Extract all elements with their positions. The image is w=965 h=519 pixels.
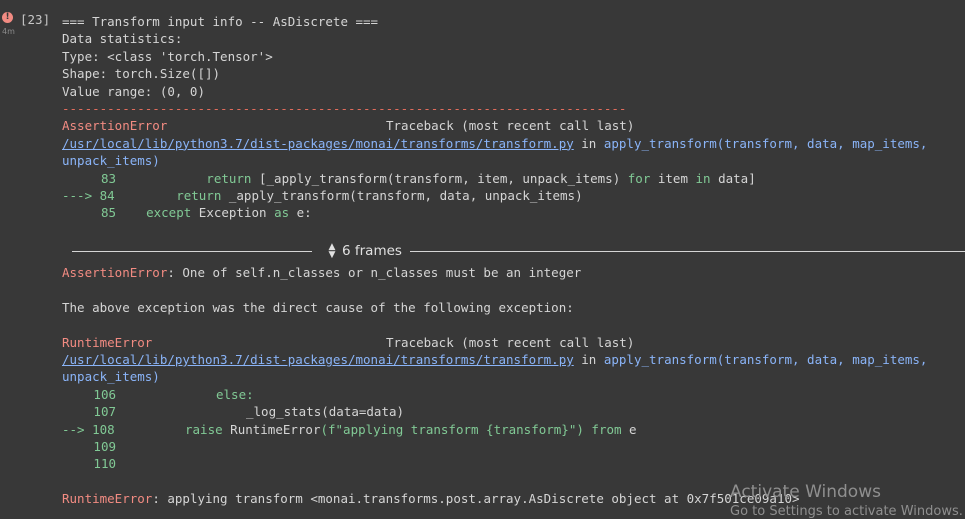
- traceback-location: /usr/local/lib/python3.7/dist-packages/m…: [62, 351, 962, 368]
- cause-text: The above exception was the direct cause…: [62, 299, 574, 315]
- code-text: item: [650, 170, 696, 186]
- code-keyword: raise: [185, 421, 223, 437]
- traceback-header: AssertionError Traceback (most recent cal…: [62, 117, 962, 134]
- execution-time: 4m: [2, 27, 15, 36]
- error-name: RuntimeError: [62, 334, 153, 350]
- cell-output-continued: AssertionError: One of self.n_classes or…: [62, 264, 962, 507]
- function-signature-cont: unpack_items): [62, 153, 160, 169]
- code-keyword: for: [627, 170, 651, 186]
- current-line-arrow: ---> 84: [62, 187, 115, 203]
- show-frames-button[interactable]: ▲ ▼ 6 frames: [326, 242, 402, 260]
- code-line-109: 109: [62, 438, 962, 455]
- traceback-location: /usr/local/lib/python3.7/dist-packages/m…: [62, 135, 962, 152]
- function-signature: apply_transform(transform, data, map_ite…: [603, 351, 928, 367]
- code-line-107: 107 _log_stats(data=data): [62, 403, 962, 420]
- code-line-84: ---> 84 return _apply_transform(transfor…: [62, 187, 962, 204]
- traceback-header: RuntimeError Traceback (most recent call …: [62, 334, 962, 351]
- collapsed-frames-toggle[interactable]: ▲ ▼ 6 frames: [72, 242, 965, 260]
- error-name: AssertionError: [62, 118, 168, 134]
- code-text: [_apply_transform(transform, item, unpac…: [259, 170, 628, 186]
- activate-windows-watermark: Activate Windows: [730, 482, 881, 502]
- code-string: (f"applying transform {transform}"): [320, 421, 584, 437]
- traceback-label: Traceback (most recent call last): [386, 118, 635, 134]
- file-path-link[interactable]: /usr/local/lib/python3.7/dist-packages/m…: [62, 352, 574, 367]
- output-line: Type: <class 'torch.Tensor'>: [62, 48, 273, 64]
- frames-count: 6 frames: [342, 243, 402, 259]
- code-keyword: else:: [216, 386, 254, 402]
- code-text: data]: [710, 170, 756, 186]
- code-keyword: in: [695, 170, 711, 186]
- code-line-83: 83 return [_apply_transform(transform, i…: [62, 170, 962, 187]
- code-line-85: 85 except Exception as e:: [62, 204, 962, 221]
- traceback-separator: ----------------------------------------…: [62, 100, 627, 116]
- output-line: Value range: (0, 0): [62, 83, 205, 99]
- execution-count: [23]: [20, 12, 51, 27]
- line-number: 109: [93, 438, 116, 454]
- code-text: _log_stats(data=data): [246, 404, 405, 420]
- cell-output: === Transform input info -- AsDiscrete =…: [62, 13, 962, 222]
- current-line-arrow: --> 108: [62, 421, 115, 437]
- in-keyword: in: [573, 351, 604, 367]
- code-line-110: 110: [62, 455, 962, 472]
- code-keyword: as: [274, 205, 290, 221]
- function-signature-cont: unpack_items): [62, 369, 160, 385]
- error-message: : One of self.n_classes or n_classes mus…: [167, 265, 582, 280]
- file-path-link[interactable]: /usr/local/lib/python3.7/dist-packages/m…: [62, 136, 574, 151]
- line-number: 85: [100, 205, 116, 221]
- code-text: RuntimeError: [222, 421, 321, 437]
- error-name: AssertionError: [62, 265, 168, 280]
- code-line-106: 106 else:: [62, 386, 962, 403]
- line-number: 83: [100, 170, 116, 186]
- output-line: Shape: torch.Size([]): [62, 66, 221, 82]
- frames-divider-left: [72, 251, 312, 252]
- assertion-line: AssertionError: One of self.n_classes or…: [62, 264, 962, 281]
- traceback-label: Traceback (most recent call last): [386, 334, 635, 350]
- code-text: e:: [289, 205, 312, 221]
- expand-chevron-icon: ▲ ▼: [328, 242, 336, 260]
- error-name: RuntimeError: [62, 491, 153, 507]
- code-text: Exception: [191, 205, 275, 221]
- frames-divider-right: [410, 251, 965, 252]
- error-icon[interactable]: !: [2, 12, 13, 23]
- code-keyword: except: [116, 205, 192, 221]
- output-line: === Transform input info -- AsDiscrete =…: [62, 14, 379, 29]
- code-line-108: --> 108 raise RuntimeError(f"applying tra…: [62, 421, 962, 438]
- code-text: e: [621, 421, 637, 437]
- function-signature: apply_transform(transform, data, map_ite…: [603, 135, 928, 151]
- code-keyword: from: [583, 421, 622, 437]
- line-number: 107: [93, 404, 116, 420]
- line-number: 106: [93, 386, 116, 402]
- output-line: Data statistics:: [62, 31, 183, 47]
- code-keyword: return: [116, 187, 222, 203]
- code-text: _apply_transform(transform, data, unpack…: [221, 187, 583, 203]
- in-keyword: in: [573, 135, 604, 151]
- line-number: 110: [93, 456, 116, 472]
- error-message: : applying transform <monai.transforms.p…: [152, 491, 800, 507]
- code-keyword: return: [116, 170, 259, 186]
